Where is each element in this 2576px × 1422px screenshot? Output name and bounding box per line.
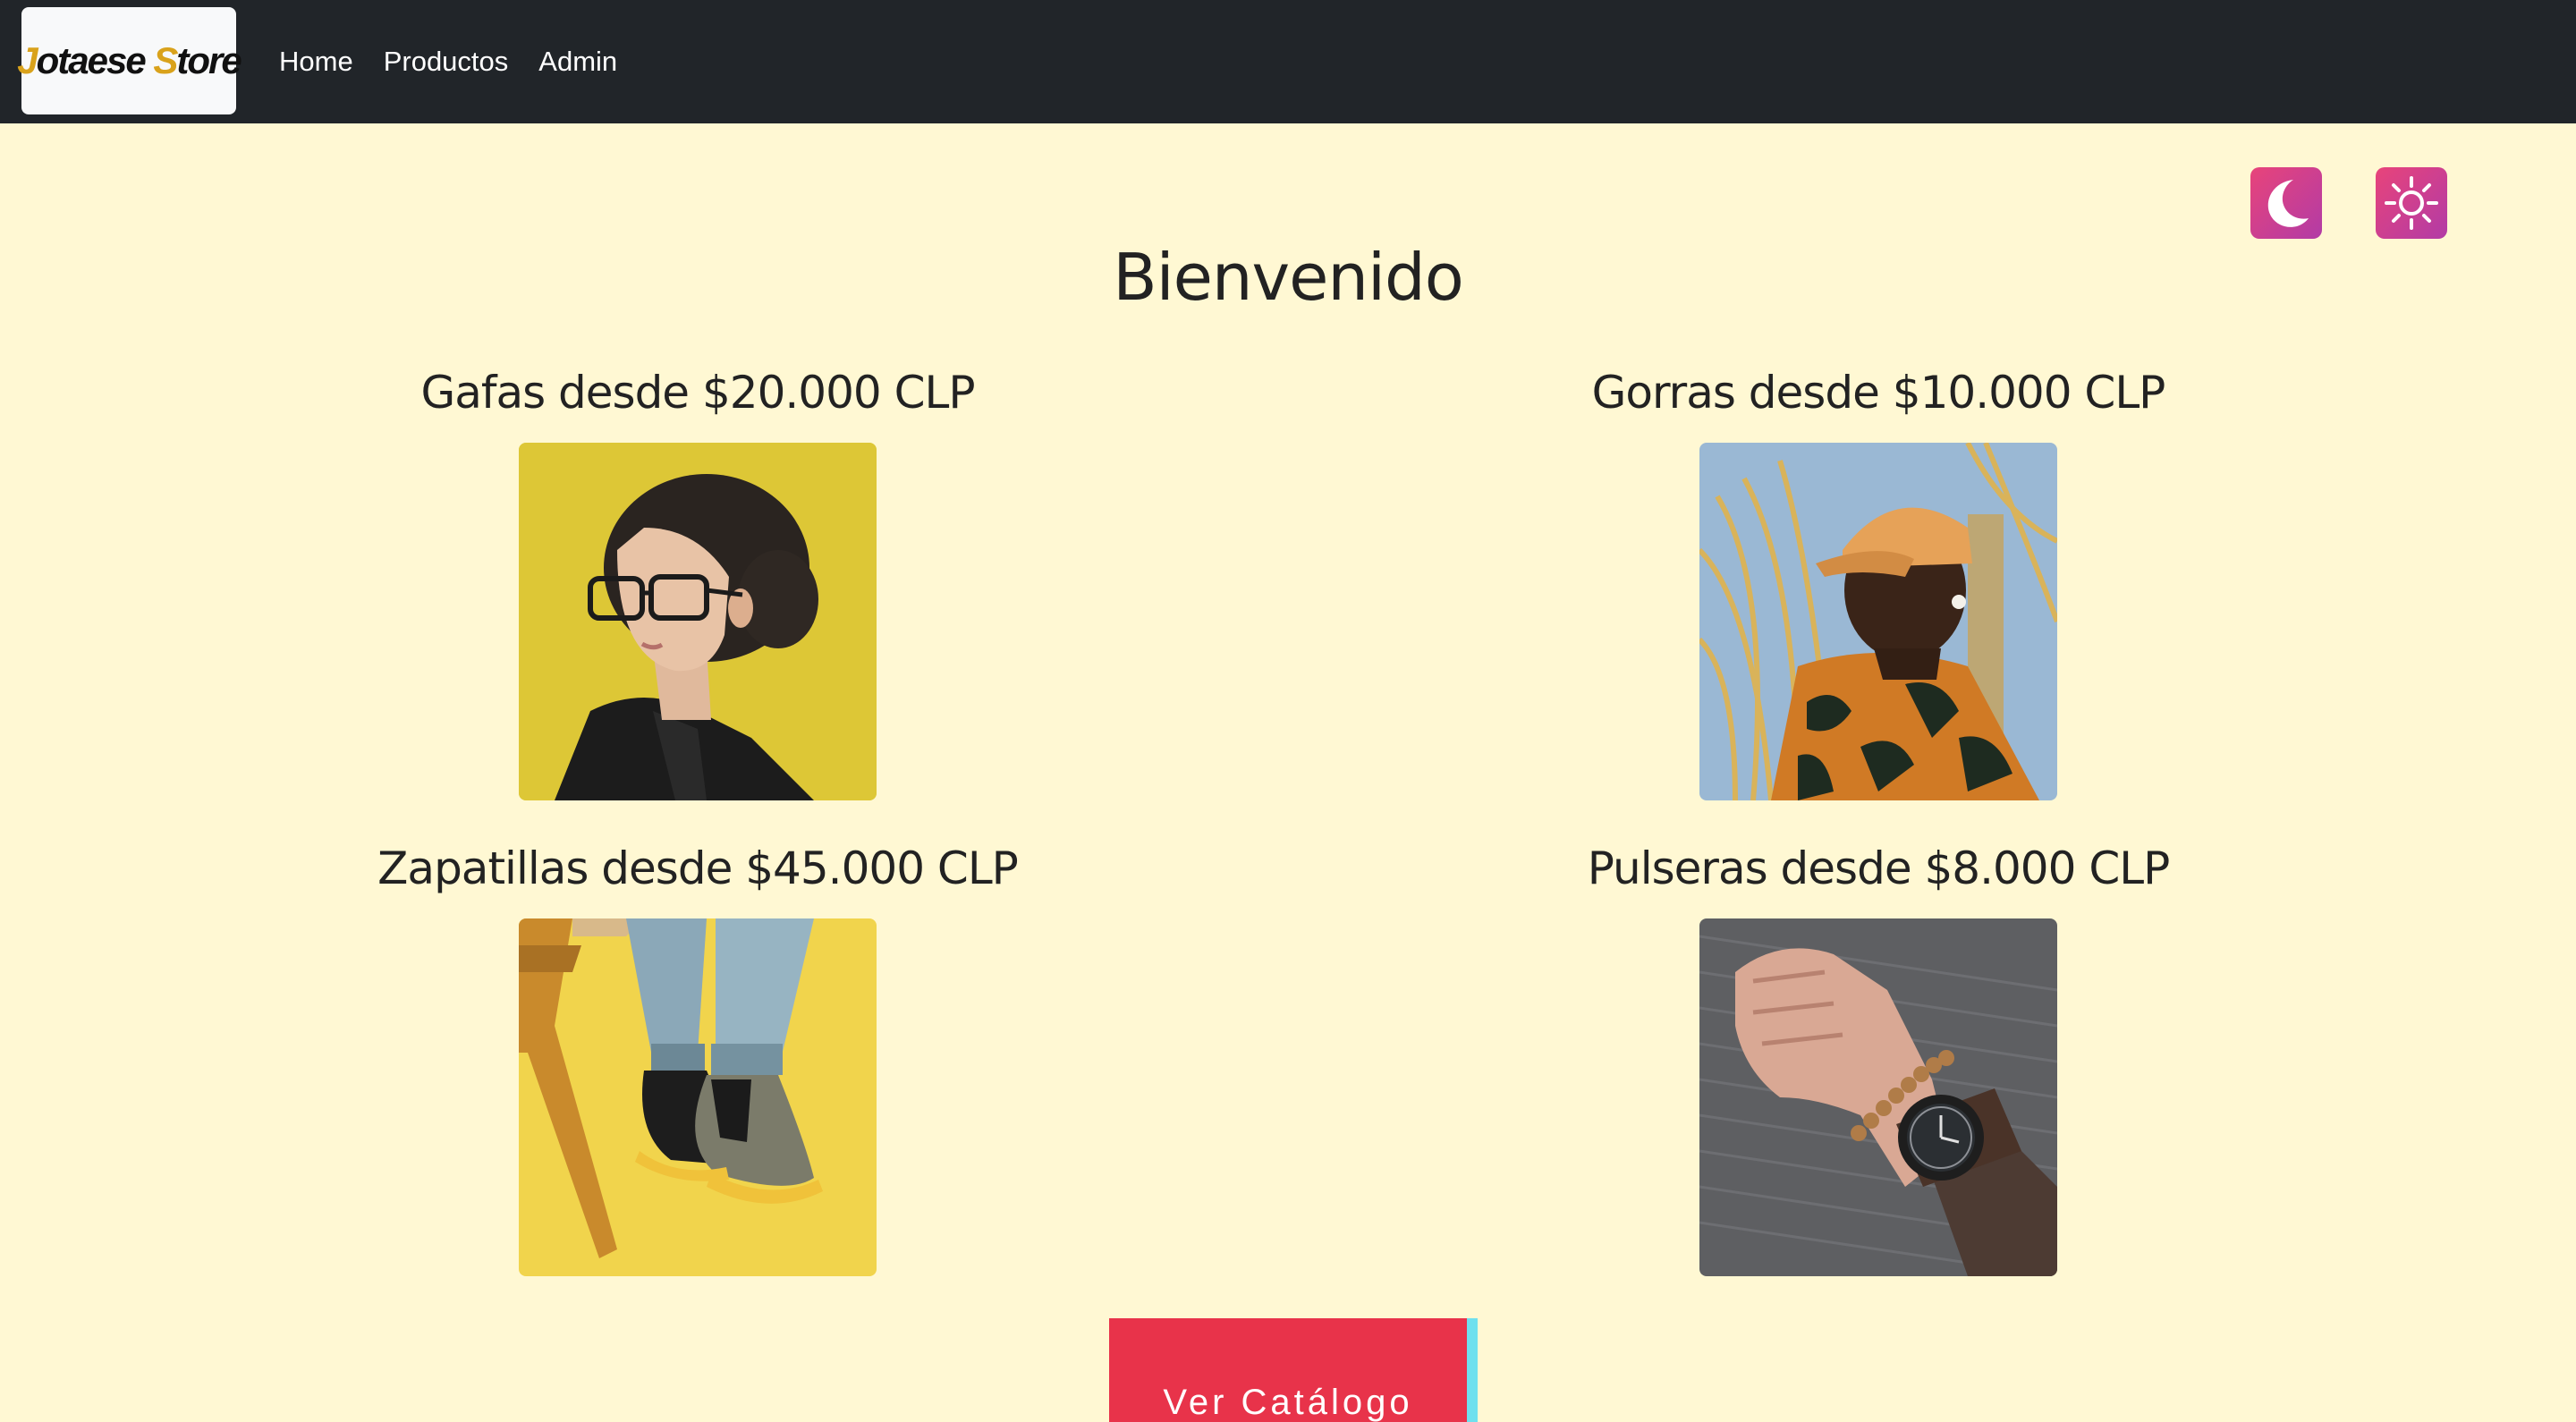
sun-icon xyxy=(2385,176,2438,230)
product-image-gafas[interactable] xyxy=(519,443,877,800)
nav-links: Home Productos Admin xyxy=(279,0,617,123)
product-image-pulseras[interactable] xyxy=(1699,918,2057,1276)
product-image-gorras[interactable] xyxy=(1699,443,2057,800)
brand-initial-j: J xyxy=(17,39,38,81)
nav-link-productos[interactable]: Productos xyxy=(384,46,509,78)
moon-icon xyxy=(2267,180,2309,227)
dark-mode-button[interactable] xyxy=(2250,167,2322,239)
nav-link-home[interactable]: Home xyxy=(279,46,353,78)
product-title-gafas: Gafas desde $20.000 CLP xyxy=(420,367,975,419)
product-title-zapatillas: Zapatillas desde $45.000 CLP xyxy=(377,842,1019,894)
product-title-pulseras: Pulseras desde $8.000 CLP xyxy=(1587,842,2171,894)
page-title: Bienvenido xyxy=(1113,240,1464,315)
brand-word-1: otaese xyxy=(36,39,154,81)
view-catalog-button[interactable]: Ver Catálogo xyxy=(1109,1318,1478,1422)
light-mode-button[interactable] xyxy=(2376,167,2447,239)
product-title-gorras: Gorras desde $10.000 CLP xyxy=(1591,367,2166,419)
brand-initial-s: S xyxy=(153,39,178,81)
brand-word-2: tore xyxy=(176,39,242,81)
product-image-zapatillas[interactable] xyxy=(519,918,877,1276)
nav-link-admin[interactable]: Admin xyxy=(538,46,617,78)
brand-logo[interactable]: Jotaese Store xyxy=(17,7,242,114)
navbar: Jotaese Store Home Productos Admin xyxy=(0,0,2576,123)
